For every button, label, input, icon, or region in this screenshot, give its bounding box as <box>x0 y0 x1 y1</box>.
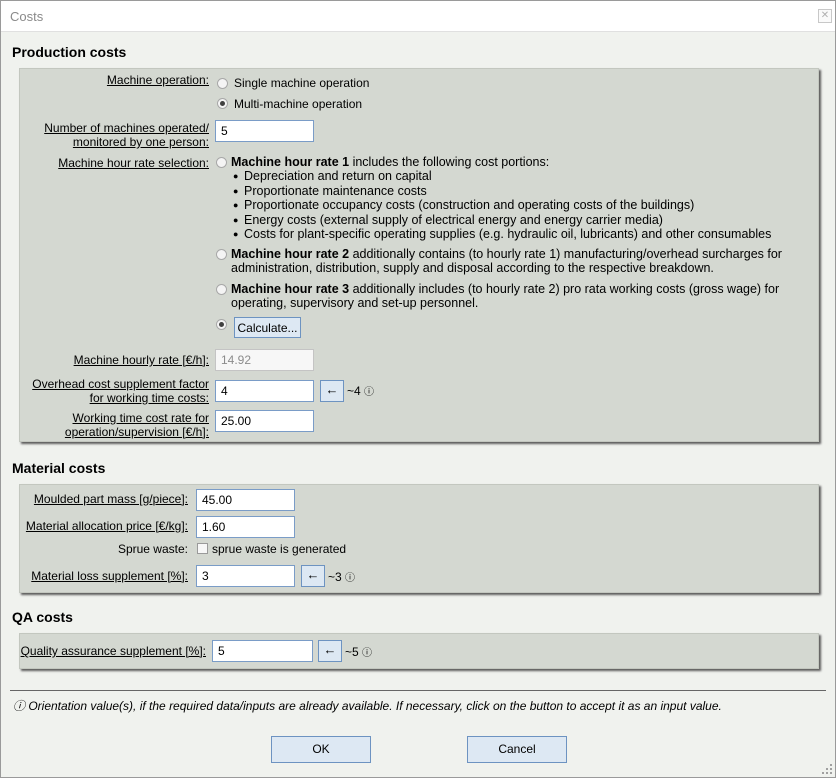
rate3-description: Machine hour rate 3 additionally include… <box>231 282 811 310</box>
machines-per-person-label-line1: Number of machines operated/ <box>44 121 209 135</box>
qa-supplement-input[interactable]: 5 <box>212 640 313 662</box>
accept-qa-arrow-icon[interactable]: ← <box>318 640 342 662</box>
rate3-text-line2: operating, supervisory and set-up person… <box>231 296 479 310</box>
rate1-description: Machine hour rate 1 includes the followi… <box>231 155 811 169</box>
overhead-factor-label-line2: for working time costs: <box>89 391 209 405</box>
working-rate-input[interactable]: 25.00 <box>215 410 314 432</box>
overhead-factor-label-line1: Overhead cost supplement factor <box>32 377 209 391</box>
footer-divider <box>10 690 826 691</box>
multi-machine-radio[interactable] <box>217 98 228 109</box>
machine-operation-label: Machine operation: <box>106 73 209 87</box>
working-rate-label-line1: Working time cost rate for <box>72 411 210 425</box>
info-icon: ⓘ <box>345 573 356 584</box>
single-machine-radio[interactable] <box>217 78 228 89</box>
machines-per-person-input[interactable]: 5 <box>215 120 314 142</box>
accept-material-loss-arrow-icon[interactable]: ← <box>301 565 325 587</box>
material-costs-heading: Material costs <box>12 460 106 476</box>
part-mass-label: Moulded part mass [g/piece]: <box>33 492 188 506</box>
material-loss-label: Material loss supplement [%]: <box>31 569 188 583</box>
rate3-text-line1: additionally includes (to hourly rate 2)… <box>349 282 780 296</box>
multi-machine-label[interactable]: Multi-machine operation <box>234 97 362 111</box>
working-rate-label-line2: operation/supervision [€/h]: <box>64 425 209 439</box>
costs-dialog: Costs ✕ Production costs Machine operati… <box>0 0 836 778</box>
info-icon: ⓘ <box>362 648 373 659</box>
allocation-price-label: Material allocation price [€/kg]: <box>25 519 188 533</box>
hourly-rate-input: 14.92 <box>215 349 314 371</box>
info-icon: ⓘ <box>364 387 375 398</box>
rate1-title: Machine hour rate 1 <box>231 155 350 169</box>
machines-per-person-label-line2: monitored by one person: <box>72 135 209 149</box>
rate1-bullet-list: Depreciation and return on capital Propo… <box>233 169 771 242</box>
title-bar: Costs ✕ <box>1 1 835 32</box>
overhead-orientation-hint: ~4 ⓘ <box>347 383 374 398</box>
overhead-factor-input[interactable]: 4 <box>215 380 314 402</box>
rate1-bullet: Energy costs (external supply of electri… <box>233 213 771 228</box>
sprue-waste-label: Sprue waste: <box>117 542 188 556</box>
material-loss-input[interactable]: 3 <box>196 565 295 587</box>
allocation-price-input[interactable]: 1.60 <box>196 516 295 538</box>
rate1-bullet: Depreciation and return on capital <box>233 169 771 184</box>
orientation-note: ⓘ Orientation value(s), if the required … <box>13 699 722 713</box>
accept-overhead-arrow-icon[interactable]: ← <box>320 380 344 402</box>
calculate-button[interactable]: Calculate... <box>234 317 301 338</box>
resize-grip-icon[interactable] <box>822 764 832 774</box>
rate2-radio[interactable] <box>216 249 227 260</box>
qa-orientation-hint: ~5 ⓘ <box>345 644 372 659</box>
rate2-text-line2: administration, distribution, supply and… <box>231 261 714 275</box>
overhead-hint-value: ~4 <box>347 384 361 398</box>
sprue-waste-checkbox[interactable] <box>197 543 208 554</box>
close-icon[interactable]: ✕ <box>818 9 832 23</box>
rate3-title: Machine hour rate 3 <box>231 282 350 296</box>
rate2-description: Machine hour rate 2 additionally contain… <box>231 247 811 275</box>
cancel-button[interactable]: Cancel <box>467 736 567 763</box>
qa-costs-heading: QA costs <box>12 609 73 625</box>
qa-costs-group: Quality assurance supplement [%]: 5 ← ~5… <box>19 633 819 669</box>
rate1-bullet: Costs for plant-specific operating suppl… <box>233 227 771 242</box>
qa-supplement-label: Quality assurance supplement [%]: <box>20 644 206 658</box>
window-title: Costs <box>10 9 44 24</box>
production-costs-group: Machine operation: Single machine operat… <box>19 68 819 442</box>
rate2-text-line1: additionally contains (to hourly rate 1)… <box>349 247 782 261</box>
rate1-bullet: Proportionate occupancy costs (construct… <box>233 198 771 213</box>
ok-button[interactable]: OK <box>271 736 371 763</box>
single-machine-label[interactable]: Single machine operation <box>234 76 369 90</box>
rate2-title: Machine hour rate 2 <box>231 247 350 261</box>
rate1-radio[interactable] <box>216 157 227 168</box>
calculate-radio[interactable] <box>216 319 227 330</box>
qa-hint-value: ~5 <box>345 645 359 659</box>
rate-selection-label: Machine hour rate selection: <box>58 156 209 170</box>
rate1-bullet: Proportionate maintenance costs <box>233 184 771 199</box>
hourly-rate-label: Machine hourly rate [€/h]: <box>73 353 209 367</box>
rate1-text: includes the following cost portions: <box>349 155 550 169</box>
part-mass-input[interactable]: 45.00 <box>196 489 295 511</box>
sprue-waste-checkbox-label[interactable]: sprue waste is generated <box>212 542 346 556</box>
material-loss-hint-value: ~3 <box>328 570 342 584</box>
production-costs-heading: Production costs <box>12 44 127 60</box>
material-loss-orientation-hint: ~3 ⓘ <box>328 569 355 584</box>
material-costs-group: Moulded part mass [g/piece]: 45.00 Mater… <box>19 484 819 593</box>
rate3-radio[interactable] <box>216 284 227 295</box>
